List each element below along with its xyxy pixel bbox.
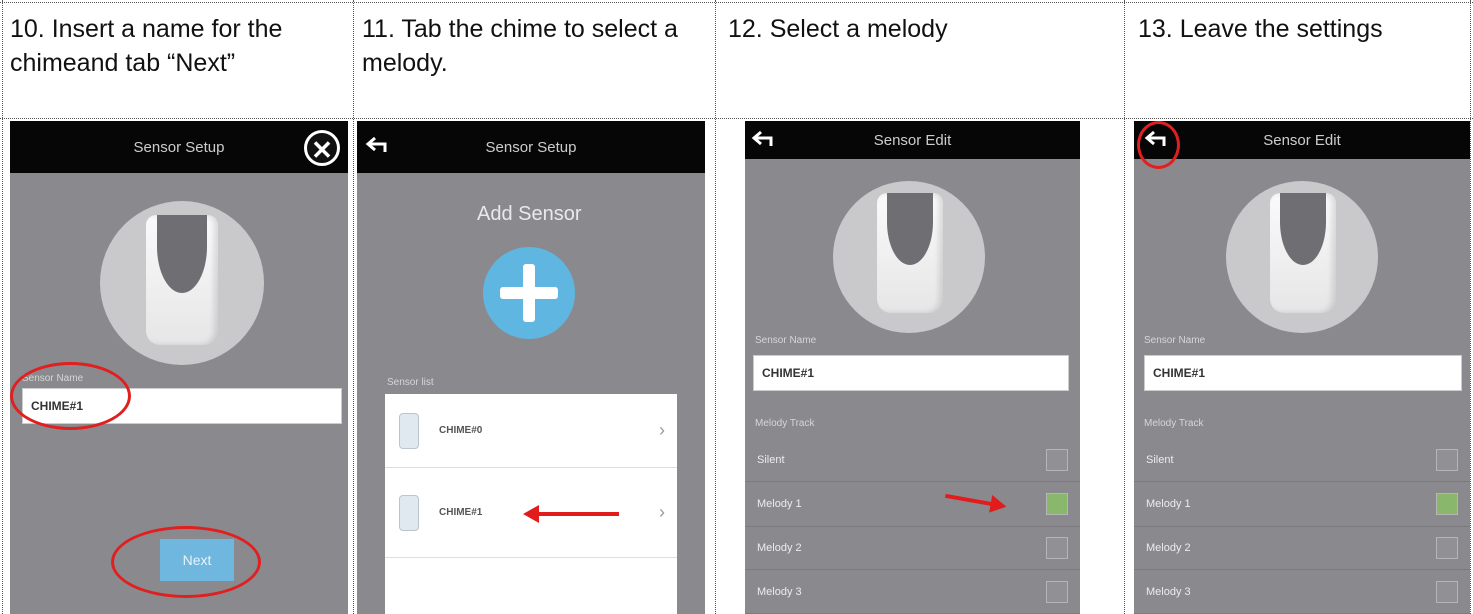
melody-track-label: Melody Track xyxy=(755,418,815,429)
back-arrow-icon[interactable] xyxy=(751,129,777,149)
sensor-name-label: Sensor Name xyxy=(1144,335,1206,346)
cell-divider xyxy=(1124,0,1125,614)
sensor-avatar xyxy=(1226,181,1378,333)
screen-title: Sensor Edit xyxy=(1263,131,1341,149)
melody-label: Melody 1 xyxy=(1146,498,1191,510)
melody-checkbox[interactable] xyxy=(1046,449,1068,471)
sensor-name-input[interactable]: CHIME#1 xyxy=(753,355,1069,391)
app-header: Sensor Edit xyxy=(1134,121,1470,159)
melody-label: Melody 2 xyxy=(1146,542,1191,554)
sensor-name-input[interactable]: CHIME#1 xyxy=(1144,355,1462,391)
chime-device-icon xyxy=(399,494,419,531)
screenshot-step-13: Sensor Edit Sensor Name CHIME#1 Melody T… xyxy=(1134,121,1470,614)
chime-device-icon xyxy=(399,412,419,449)
add-sensor-label: Add Sensor xyxy=(477,203,582,225)
sensor-list: CHIME#0 › CHIME#1 › xyxy=(385,394,677,614)
melody-label: Silent xyxy=(757,454,785,466)
highlight-ring xyxy=(1137,121,1180,169)
melody-checkbox[interactable] xyxy=(1436,493,1458,515)
sensor-list-label: Sensor list xyxy=(387,377,434,388)
melody-track-label: Melody Track xyxy=(1144,418,1204,429)
screen-title: Sensor Setup xyxy=(485,138,577,156)
back-arrow-icon[interactable] xyxy=(365,135,391,155)
cell-divider xyxy=(353,0,354,614)
app-header: Sensor Setup xyxy=(357,121,705,173)
step-13-caption: 13. Leave the settings xyxy=(1138,15,1383,43)
screenshot-step-12: Sensor Edit Sensor Name CHIME#1 Melody T… xyxy=(745,121,1080,614)
melody-option[interactable]: Melody 3 xyxy=(1134,570,1470,614)
cell-divider xyxy=(715,0,716,614)
melody-label: Melody 3 xyxy=(1146,585,1191,598)
cell-divider xyxy=(1470,0,1471,614)
melody-checkbox[interactable] xyxy=(1046,537,1068,559)
melody-label: Silent xyxy=(1146,454,1174,466)
app-header: Sensor Setup xyxy=(10,121,348,173)
chevron-right-icon: › xyxy=(659,502,665,522)
melody-option[interactable]: Melody 1 xyxy=(745,482,1080,527)
melody-label: Melody 3 xyxy=(757,585,802,598)
screenshot-step-10: Sensor Setup ✕ Sensor Name CHIME#1 Next xyxy=(10,121,348,614)
step-10-caption: 10. Insert a name for the chimeand tab “… xyxy=(10,15,283,77)
melody-option[interactable]: Melody 2 xyxy=(1134,527,1470,570)
melody-checkbox[interactable] xyxy=(1436,537,1458,559)
melody-checkbox[interactable] xyxy=(1046,580,1068,603)
chime-device-icon xyxy=(877,193,943,313)
screen-title: Sensor Setup xyxy=(133,138,225,156)
melody-label: Melody 2 xyxy=(757,542,802,554)
highlight-ring xyxy=(10,362,131,430)
chime-device-icon xyxy=(1270,193,1336,313)
step-11-caption: 11. Tab the chime to select a melody. xyxy=(362,15,678,77)
list-item[interactable]: CHIME#0 › xyxy=(385,394,677,468)
sensor-avatar xyxy=(833,181,985,333)
annotation-arrow xyxy=(523,505,619,523)
list-item-label: CHIME#0 xyxy=(439,425,483,436)
melody-option[interactable]: Melody 3 xyxy=(745,570,1080,614)
app-header: Sensor Edit xyxy=(745,121,1080,159)
row-divider xyxy=(0,118,1473,119)
step-12-caption: 12. Select a melody xyxy=(728,15,948,43)
melody-label: Melody 1 xyxy=(757,498,802,510)
sensor-avatar xyxy=(100,201,264,365)
melody-checkbox[interactable] xyxy=(1436,449,1458,471)
melody-checkbox[interactable] xyxy=(1436,580,1458,603)
melody-option[interactable]: Silent xyxy=(1134,439,1470,482)
add-sensor-button[interactable] xyxy=(483,247,575,339)
close-icon[interactable]: ✕ xyxy=(304,130,340,166)
highlight-ring xyxy=(111,526,261,598)
sensor-name-label: Sensor Name xyxy=(755,335,817,346)
row-divider xyxy=(0,2,1473,3)
melody-option[interactable]: Silent xyxy=(745,439,1080,482)
screen-title: Sensor Edit xyxy=(873,131,952,149)
melody-option[interactable]: Melody 1 xyxy=(1134,482,1470,527)
screenshot-step-11: Sensor Setup Add Sensor Sensor list CHIM… xyxy=(357,121,705,614)
melody-option[interactable]: Melody 2 xyxy=(745,527,1080,570)
melody-checkbox[interactable] xyxy=(1046,493,1068,515)
cell-divider xyxy=(2,0,3,614)
chime-device-icon xyxy=(146,215,218,345)
list-item-label: CHIME#1 xyxy=(439,507,483,518)
chevron-right-icon: › xyxy=(659,420,665,440)
